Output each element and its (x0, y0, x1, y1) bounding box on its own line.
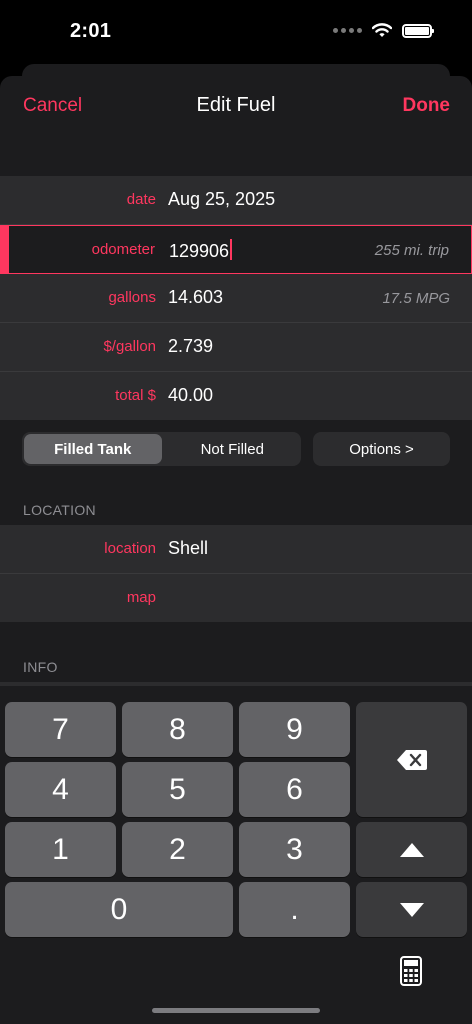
previous-field-button[interactable] (356, 822, 467, 877)
arrow-up-icon (399, 842, 424, 857)
nav-bar: Cancel Edit Fuel Done (0, 76, 472, 136)
fuel-fields-group: date Aug 25, 2025 odometer 129906 255 mi… (0, 176, 472, 420)
date-label: date (126, 191, 156, 208)
arrow-down-icon (399, 902, 424, 917)
cellular-signal-icon (333, 28, 362, 33)
key-9[interactable]: 9 (239, 702, 350, 757)
gallons-value[interactable]: 14.603 (168, 287, 223, 308)
location-value[interactable]: Shell (168, 538, 208, 559)
gallons-row[interactable]: gallons 14.603 17.5 MPG (0, 274, 472, 323)
info-section-header: INFO (23, 659, 58, 675)
key-1[interactable]: 1 (5, 822, 116, 877)
done-button[interactable]: Done (403, 95, 451, 117)
key-4[interactable]: 4 (5, 762, 116, 817)
total-row[interactable]: total $ 40.00 (0, 372, 472, 420)
key-5[interactable]: 5 (122, 762, 233, 817)
status-icons (333, 23, 434, 38)
total-value[interactable]: 40.00 (168, 385, 213, 406)
key-8[interactable]: 8 (122, 702, 233, 757)
odometer-field[interactable]: 129906 (169, 239, 233, 262)
date-value[interactable]: Aug 25, 2025 (168, 189, 275, 210)
location-group: location Shell map (0, 525, 472, 622)
key-3[interactable]: 3 (239, 822, 350, 877)
price-value[interactable]: 2.739 (168, 336, 213, 357)
status-bar: 2:01 (0, 0, 472, 62)
calculator-icon[interactable] (400, 956, 422, 986)
key-2[interactable]: 2 (122, 822, 233, 877)
trip-distance: 255 mi. trip (374, 242, 449, 259)
filled-tank-segment[interactable]: Filled Tank (24, 434, 162, 464)
options-button[interactable]: Options > (313, 432, 450, 466)
key-decimal[interactable]: . (239, 882, 350, 937)
key-0[interactable]: 0 (5, 882, 233, 937)
map-label: map (126, 589, 156, 606)
total-label: total $ (115, 387, 156, 404)
location-row[interactable]: location Shell (0, 525, 472, 574)
selection-indicator (1, 226, 9, 273)
delete-icon (396, 749, 427, 770)
key-7[interactable]: 7 (5, 702, 116, 757)
mpg-value: 17.5 MPG (382, 290, 450, 307)
wifi-icon (372, 23, 392, 37)
not-filled-segment[interactable]: Not Filled (164, 432, 302, 466)
odometer-row[interactable]: odometer 129906 255 mi. trip (0, 225, 472, 274)
battery-icon (402, 23, 434, 38)
odometer-label: odometer (91, 241, 155, 258)
price-label: $/gallon (103, 338, 156, 355)
home-indicator (152, 1008, 320, 1013)
key-6[interactable]: 6 (239, 762, 350, 817)
status-time: 2:01 (70, 20, 112, 42)
fill-status-segmented-control: Filled Tank Not Filled (22, 432, 301, 466)
text-cursor (230, 239, 233, 260)
page-title: Edit Fuel (196, 94, 276, 116)
odometer-value: 129906 (169, 241, 230, 261)
delete-button[interactable] (356, 702, 467, 817)
location-section-header: LOCATION (23, 502, 96, 518)
next-field-button[interactable] (356, 882, 467, 937)
date-row[interactable]: date Aug 25, 2025 (0, 176, 472, 225)
location-label: location (104, 540, 156, 557)
numeric-keypad: 7 8 9 4 5 6 1 2 3 0 . (0, 686, 472, 1024)
gallons-label: gallons (108, 289, 156, 306)
map-row[interactable]: map (0, 574, 472, 622)
price-row[interactable]: $/gallon 2.739 (0, 323, 472, 372)
